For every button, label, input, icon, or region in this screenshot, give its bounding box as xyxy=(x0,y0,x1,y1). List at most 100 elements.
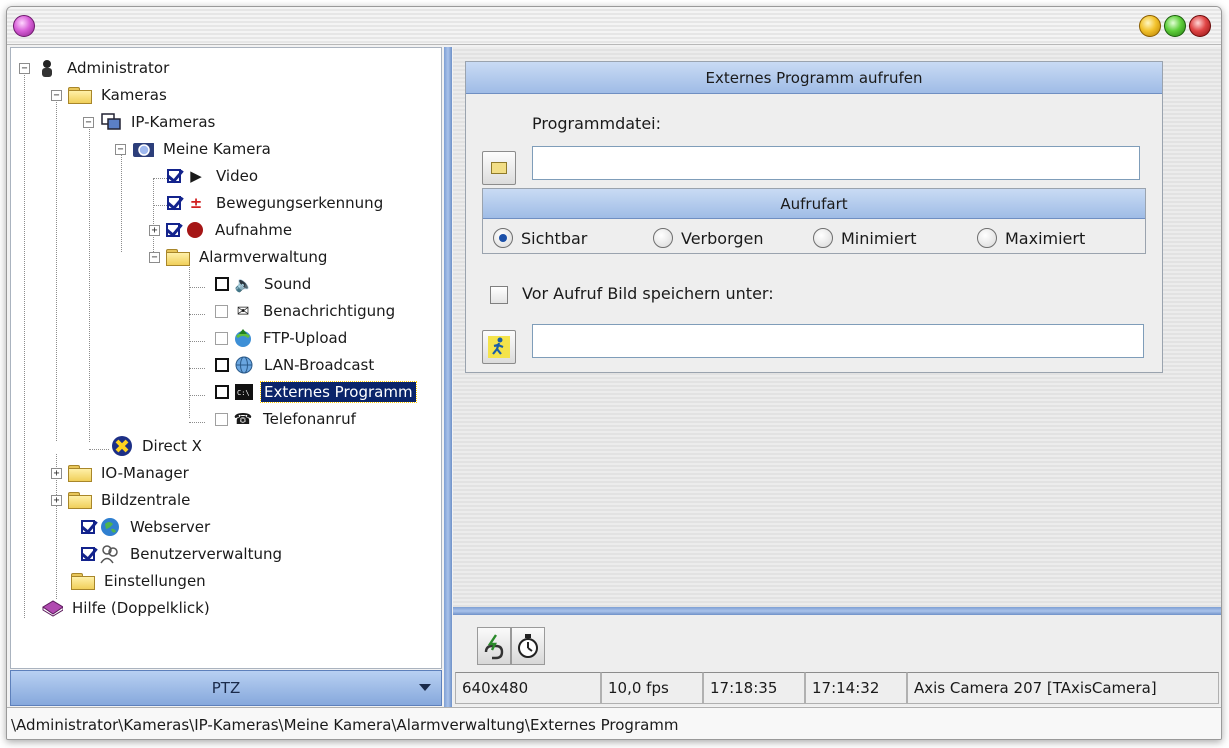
external-program-group: Externes Programm aufrufen Programmdatei… xyxy=(465,61,1163,373)
phone-icon: ☎ xyxy=(233,410,253,428)
collapse-icon[interactable]: − xyxy=(51,89,62,101)
tree-item-label: Externes Programm xyxy=(260,381,417,403)
program-file-label: Programmdatei: xyxy=(532,114,662,133)
current-path: \Administrator\Kameras\IP-Kameras\Meine … xyxy=(11,715,679,734)
tree-item-einstellungen[interactable]: Einstellungen xyxy=(71,569,209,593)
motion-icon: ± xyxy=(189,194,203,212)
recording-checkbox[interactable] xyxy=(166,223,180,237)
collapse-icon[interactable]: − xyxy=(115,143,126,155)
link-button[interactable] xyxy=(477,627,511,665)
tree-item-alarmverwaltung[interactable]: − Alarmverwaltung xyxy=(149,245,330,269)
tree-item-sound[interactable]: 🔈 Sound xyxy=(215,272,314,296)
stopwatch-button[interactable] xyxy=(511,627,545,665)
navigation-tree[interactable]: − Administrator − Kameras − IP-Kameras −… xyxy=(10,47,442,669)
title-bar[interactable] xyxy=(7,7,1221,45)
ptz-label: PTZ xyxy=(211,679,241,697)
close-button[interactable] xyxy=(1189,15,1211,37)
save-path-input[interactable] xyxy=(532,324,1144,358)
ptz-dropdown[interactable]: PTZ xyxy=(10,670,442,706)
tree-item-aufnahme[interactable]: + Aufnahme xyxy=(149,218,295,242)
upload-globe-icon xyxy=(232,328,254,348)
radio-sichtbar[interactable]: Sichtbar xyxy=(493,228,587,248)
radio-selected-icon xyxy=(493,228,513,248)
motion-detection-checkbox[interactable] xyxy=(167,196,181,210)
sound-checkbox[interactable] xyxy=(215,277,229,291)
tree-item-bewegungserkennung[interactable]: ± Bewegungserkennung xyxy=(167,191,386,215)
expand-icon[interactable]: + xyxy=(149,224,160,236)
settings-panel: Externes Programm aufrufen Programmdatei… xyxy=(453,47,1221,607)
save-before-call-checkbox[interactable] xyxy=(490,286,508,304)
folder-open-icon xyxy=(68,87,92,104)
tree-item-kameras[interactable]: − Kameras xyxy=(51,83,170,107)
tree-item-benutzerverwaltung[interactable]: Benutzerverwaltung xyxy=(81,542,285,566)
browse-program-button[interactable] xyxy=(482,151,516,185)
notification-checkbox[interactable] xyxy=(215,304,228,318)
tree-item-bildzentrale[interactable]: + Bildzentrale xyxy=(51,488,193,512)
tree-item-administrator[interactable]: − Administrator xyxy=(19,56,172,80)
video-checkbox[interactable] xyxy=(167,169,181,183)
vertical-splitter[interactable] xyxy=(444,47,452,707)
tree-item-benachrichtigung[interactable]: ✉ Benachrichtigung xyxy=(215,299,398,323)
tree-item-label: FTP-Upload xyxy=(263,329,348,347)
tree-line xyxy=(24,70,25,618)
tree-item-externes-programm[interactable]: C:\ Externes Programm xyxy=(215,380,417,404)
tree-item-label: Video xyxy=(216,167,259,185)
collapse-icon[interactable]: − xyxy=(83,116,94,128)
tree-item-video[interactable]: ▶ Video xyxy=(167,164,261,188)
call-type-title: Aufrufart xyxy=(483,189,1145,219)
tree-item-lan-broadcast[interactable]: LAN-Broadcast xyxy=(215,353,377,377)
tree-item-label: Benutzerverwaltung xyxy=(130,545,282,563)
horizontal-splitter[interactable] xyxy=(453,607,1221,615)
folder-icon xyxy=(68,465,92,482)
help-book-icon xyxy=(41,598,63,618)
user-management-checkbox[interactable] xyxy=(81,547,95,561)
webserver-checkbox[interactable] xyxy=(81,520,95,534)
external-program-checkbox[interactable] xyxy=(215,385,229,399)
radio-icon xyxy=(813,228,833,248)
radio-maximiert[interactable]: Maximiert xyxy=(977,228,1085,248)
tree-line xyxy=(89,124,90,442)
tree-item-ftp-upload[interactable]: FTP-Upload xyxy=(215,326,350,350)
tree-item-label: Kameras xyxy=(101,86,167,104)
expand-icon[interactable]: + xyxy=(51,467,62,479)
speaker-icon: 🔈 xyxy=(234,275,254,293)
tree-item-label: Direct X xyxy=(142,437,202,455)
group-title: Externes Programm aufrufen xyxy=(466,62,1162,94)
tree-item-io-manager[interactable]: + IO-Manager xyxy=(51,461,192,485)
users-icon xyxy=(99,544,121,564)
tree-item-webserver[interactable]: Webserver xyxy=(81,515,213,539)
tree-item-label: LAN-Broadcast xyxy=(264,356,375,374)
expand-icon[interactable]: + xyxy=(51,494,62,506)
maximize-button[interactable] xyxy=(1164,15,1186,37)
radio-minimiert[interactable]: Minimiert xyxy=(813,228,917,248)
settings-folder-icon xyxy=(71,573,95,590)
tree-item-ip-kameras[interactable]: − IP-Kameras xyxy=(83,110,218,134)
tree-item-direct-x[interactable]: Direct X xyxy=(111,434,205,458)
tree-item-telefonanruf[interactable]: ☎ Telefonanruf xyxy=(215,407,359,431)
phone-call-checkbox[interactable] xyxy=(215,412,228,426)
radio-icon xyxy=(653,228,673,248)
collapse-icon[interactable]: − xyxy=(149,251,160,263)
tree-line xyxy=(189,368,205,369)
tree-item-label: Sound xyxy=(264,275,312,293)
app-menu-orb-icon[interactable] xyxy=(13,15,35,37)
status-fps: 10,0 fps xyxy=(601,672,703,704)
tree-item-meine-kamera[interactable]: − Meine Kamera xyxy=(115,137,274,161)
tree-line xyxy=(153,178,167,179)
chevron-down-icon[interactable] xyxy=(419,684,431,691)
program-file-input[interactable] xyxy=(532,146,1140,180)
app-window: − Administrator − Kameras − IP-Kameras −… xyxy=(6,6,1222,740)
camera-icon xyxy=(132,139,154,159)
radio-verborgen[interactable]: Verborgen xyxy=(653,228,764,248)
browse-save-path-button[interactable] xyxy=(482,330,516,364)
lan-broadcast-checkbox[interactable] xyxy=(215,358,229,372)
ftp-upload-checkbox[interactable] xyxy=(215,331,228,345)
status-resolution: 640x480 xyxy=(455,672,601,704)
tree-item-label: IP-Kameras xyxy=(131,113,216,131)
minimize-button[interactable] xyxy=(1139,15,1161,37)
path-bar: \Administrator\Kameras\IP-Kameras\Meine … xyxy=(7,707,1221,739)
collapse-icon[interactable]: − xyxy=(19,62,30,74)
radio-icon xyxy=(977,228,997,248)
tree-item-hilfe[interactable]: Hilfe (Doppelklick) xyxy=(41,596,213,620)
tree-item-label: Alarmverwaltung xyxy=(199,248,328,266)
